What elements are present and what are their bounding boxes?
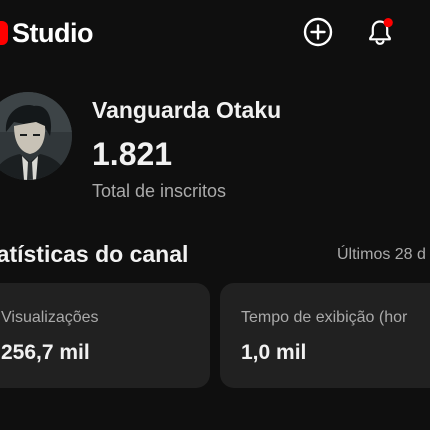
plus-circle-icon	[303, 17, 333, 47]
youtube-logo-icon	[0, 21, 8, 45]
create-button[interactable]	[302, 16, 334, 48]
watch-time-label: Tempo de exibição (hor	[241, 309, 408, 326]
top-app-bar: Studio	[0, 0, 430, 66]
app-title: Studio	[12, 18, 93, 48]
views-value: 256,7 mil	[1, 341, 90, 364]
watch-time-stat-card[interactable]: Tempo de exibição (hor 1,0 mil	[220, 283, 430, 388]
channel-analytics-title: tatísticas do canal	[0, 241, 189, 267]
avatar-image	[0, 92, 72, 180]
watch-time-value: 1,0 mil	[241, 341, 307, 364]
subscriber-count: 1.821	[92, 136, 173, 172]
channel-avatar[interactable]	[0, 92, 72, 180]
subscriber-label: Total de inscritos	[92, 181, 227, 201]
views-stat-card[interactable]: Visualizações 256,7 mil	[0, 283, 210, 388]
bell-icon	[369, 18, 393, 45]
views-label: Visualizações	[1, 309, 99, 326]
notifications-button[interactable]	[364, 16, 396, 48]
analytics-period[interactable]: Últimos 28 d	[337, 246, 426, 264]
notification-dot	[383, 18, 393, 28]
channel-name[interactable]: Vanguarda Otaku	[92, 97, 281, 124]
studio-home-screen: Studio Vanguarda Otaku 1.821 Total de in…	[0, 0, 430, 430]
